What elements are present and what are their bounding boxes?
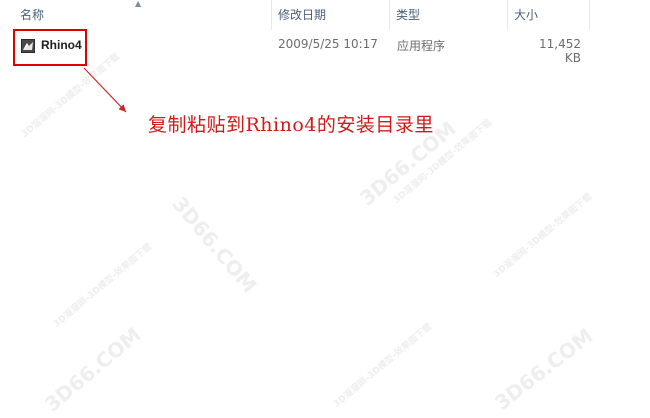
column-header-name[interactable]: 名称 xyxy=(14,0,272,30)
file-row[interactable]: Rhino4 2009/5/25 10:17 应用程序 11,452 KB xyxy=(12,29,612,69)
watermark: 3D溜溜网-3D模型-效果图下载 xyxy=(491,191,595,280)
file-type: 应用程序 xyxy=(397,39,446,53)
highlight-box: Rhino4 xyxy=(13,29,87,66)
watermark: 3D66.COM xyxy=(167,192,262,298)
file-explorer-view: 3D66.COM 3D66.COM 3D66.COM 3D66.COM 3D溜溜… xyxy=(0,0,650,418)
column-header-type[interactable]: 类型 xyxy=(390,0,508,30)
column-header-date[interactable]: 修改日期 xyxy=(272,0,390,30)
watermark: 3D66.COM xyxy=(490,323,598,415)
rhino-app-icon xyxy=(21,39,35,53)
watermark: 3D溜溜网-3D模型-效果图下载 xyxy=(51,241,155,330)
file-modified-date: 2009/5/25 10:17 xyxy=(278,37,378,51)
column-header-size[interactable]: 大小 xyxy=(508,0,590,30)
sort-ascending-icon: ▲ xyxy=(135,0,142,8)
file-name[interactable]: Rhino4 xyxy=(41,38,82,52)
file-size: 11,452 KB xyxy=(539,37,581,65)
watermark: 3D溜溜网-3D模型-效果图下载 xyxy=(331,321,435,410)
watermark: 3D66.COM xyxy=(40,322,146,417)
annotation-text: 复制粘贴到Rhino4的安装目录里 xyxy=(148,114,434,136)
column-header-bar: 名称 ▲ 修改日期 类型 大小 xyxy=(0,0,650,30)
